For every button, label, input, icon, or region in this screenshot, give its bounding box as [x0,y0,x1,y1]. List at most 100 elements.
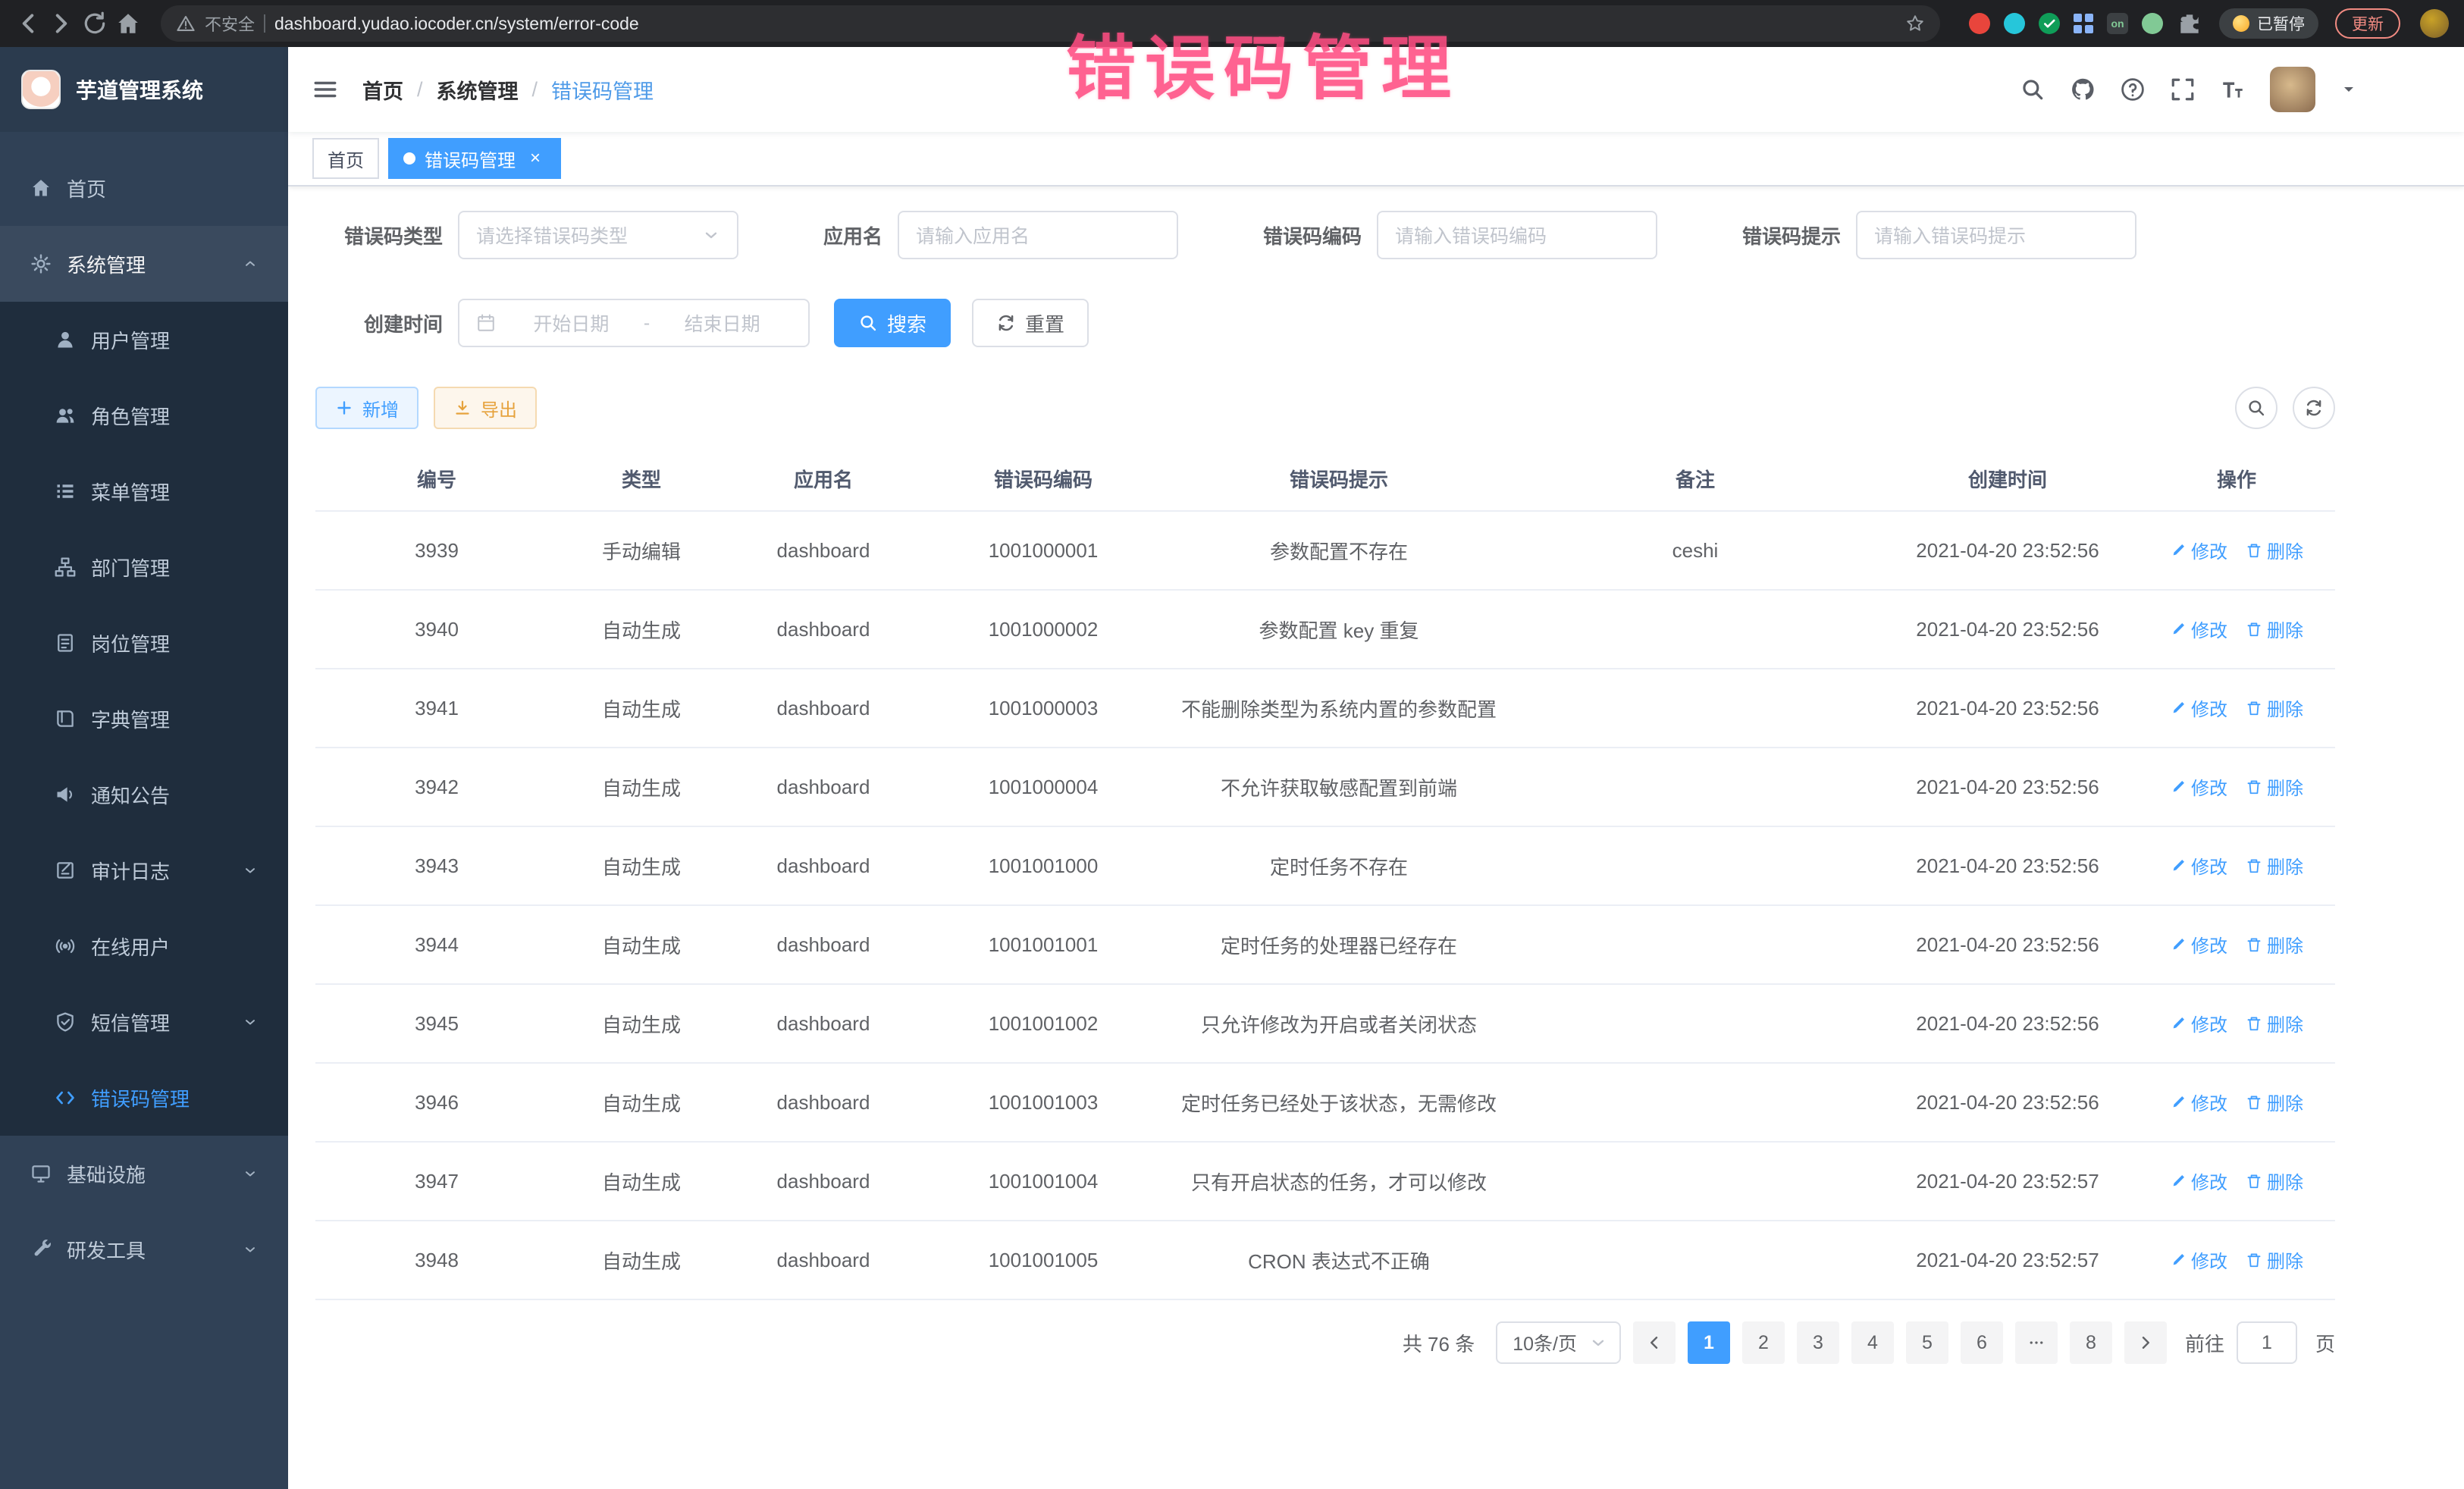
fullscreen-icon[interactable] [2170,77,2196,102]
cell-id: 3939 [315,511,558,590]
cell-actions: 修改删除 [2138,511,2335,590]
edit-link[interactable]: 修改 [2170,537,2227,563]
sidebar-item-error-code[interactable]: 错误码管理 [0,1060,288,1136]
date-range-picker[interactable]: 开始日期 - 结束日期 [458,299,810,347]
sidebar-item-notice[interactable]: 通知公告 [0,757,288,832]
reset-button[interactable]: 重置 [972,299,1089,347]
edit-link[interactable]: 修改 [2170,1246,2227,1273]
error-hint-input[interactable]: 请输入错误码提示 [1856,211,2136,259]
page-button-2[interactable]: 2 [1742,1321,1785,1364]
sidebar-item-sms[interactable]: 短信管理 [0,984,288,1060]
sidebar: 芋道管理系统 首页系统管理用户管理角色管理菜单管理部门管理岗位管理字典管理通知公… [0,47,288,1489]
goto-page-input[interactable]: 1 [2237,1321,2297,1364]
breadcrumb-home[interactable]: 首页 [362,75,403,105]
extension-vpn-icon[interactable]: on [2107,13,2128,34]
edit-link[interactable]: 修改 [2170,1168,2227,1194]
tab-error-code[interactable]: 错误码管理 × [388,138,561,179]
tab-home[interactable]: 首页 [312,138,379,179]
user-avatar[interactable] [2270,67,2315,112]
app-logo-row[interactable]: 芋道管理系统 [0,47,288,132]
extension-grid-icon[interactable] [2074,14,2093,33]
page-button-8[interactable]: 8 [2070,1321,2112,1364]
edit-link[interactable]: 修改 [2170,852,2227,879]
prev-page-button[interactable] [1633,1321,1676,1364]
page-size-select[interactable]: 10条/页 [1496,1321,1621,1364]
update-button[interactable]: 更新 [2335,8,2400,39]
search-icon[interactable] [2020,77,2045,102]
error-type-select[interactable]: 请选择错误码类型 [458,211,738,259]
screen: 不安全 dashboard.yudao.iocoder.cn/system/er… [0,0,2464,1489]
caret-down-icon[interactable] [2340,80,2358,99]
sidebar-item-dict[interactable]: 字典管理 [0,681,288,757]
browser-home-icon[interactable] [115,11,141,36]
edit-link[interactable]: 修改 [2170,1089,2227,1115]
sidebar-item-system[interactable]: 系统管理 [0,226,288,302]
delete-link[interactable]: 删除 [2246,931,2303,958]
sidebar-item-audit-log[interactable]: 审计日志 [0,832,288,908]
extension-teal-icon[interactable] [2004,13,2025,34]
more-pages-button[interactable] [2015,1321,2058,1364]
page-button-4[interactable]: 4 [1851,1321,1894,1364]
delete-link[interactable]: 删除 [2246,1246,2303,1273]
cell-actions: 修改删除 [2138,984,2335,1063]
sidebar-item-post[interactable]: 岗位管理 [0,605,288,681]
address-bar[interactable]: 不安全 dashboard.yudao.iocoder.cn/system/er… [161,5,1940,42]
sidebar-item-dev-tools[interactable]: 研发工具 [0,1212,288,1287]
edit-link[interactable]: 修改 [2170,1010,2227,1036]
add-button[interactable]: 新增 [315,387,419,429]
font-size-icon[interactable] [2220,77,2246,102]
export-button[interactable]: 导出 [434,387,537,429]
bookmark-star-icon[interactable] [1905,14,1925,33]
cell-actions: 修改删除 [2138,1221,2335,1299]
paused-badge[interactable]: 已暂停 [2219,8,2318,39]
sidebar-item-user[interactable]: 用户管理 [0,302,288,378]
toggle-search-button[interactable] [2235,387,2277,429]
app-name-input[interactable]: 请输入应用名 [898,211,1178,259]
delete-link[interactable]: 删除 [2246,616,2303,642]
delete-link[interactable]: 删除 [2246,1010,2303,1036]
badge-icon [55,632,76,654]
delete-link[interactable]: 删除 [2246,1168,2303,1194]
sidebar-item-label: 研发工具 [67,1236,146,1264]
delete-link[interactable]: 删除 [2246,852,2303,879]
edit-link[interactable]: 修改 [2170,694,2227,721]
edit-link[interactable]: 修改 [2170,773,2227,800]
forward-icon[interactable] [49,11,74,36]
page-button-1[interactable]: 1 [1688,1321,1730,1364]
next-page-button[interactable] [2124,1321,2167,1364]
delete-link[interactable]: 删除 [2246,537,2303,563]
edit-link[interactable]: 修改 [2170,931,2227,958]
reload-icon[interactable] [82,11,108,36]
extension-red-icon[interactable] [1969,13,1990,34]
page-button-3[interactable]: 3 [1797,1321,1839,1364]
top-navbar: 首页 / 系统管理 / 错误码管理 [288,47,2464,132]
delete-link[interactable]: 删除 [2246,1089,2303,1115]
sidebar-item-role[interactable]: 角色管理 [0,378,288,453]
back-icon[interactable] [15,11,41,36]
browser-profile-avatar[interactable] [2420,9,2449,38]
sidebar-item-home[interactable]: 首页 [0,150,288,226]
sidebar-item-infra[interactable]: 基础设施 [0,1136,288,1212]
tab-close-icon[interactable]: × [525,148,546,169]
edit-link[interactable]: 修改 [2170,616,2227,642]
page-button-5[interactable]: 5 [1906,1321,1948,1364]
cell-hint: 只允许修改为开启或者关闭状态 [1165,984,1513,1063]
sidebar-item-online-user[interactable]: 在线用户 [0,908,288,984]
delete-link[interactable]: 删除 [2246,694,2303,721]
refresh-table-button[interactable] [2293,387,2335,429]
code-icon [55,1087,76,1108]
sidebar-item-label: 首页 [67,174,106,202]
extension-check-icon[interactable] [2039,13,2060,34]
search-button[interactable]: 搜索 [834,299,951,347]
extension-green-icon[interactable] [2142,13,2163,34]
sidebar-item-dept[interactable]: 部门管理 [0,529,288,605]
help-icon[interactable] [2120,77,2146,102]
page-button-6[interactable]: 6 [1961,1321,2003,1364]
hamburger-icon[interactable] [312,77,338,102]
sidebar-item-menu[interactable]: 菜单管理 [0,453,288,529]
github-icon[interactable] [2070,77,2096,102]
breadcrumb-system[interactable]: 系统管理 [437,75,519,105]
extensions-puzzle-icon[interactable] [2177,11,2202,36]
delete-link[interactable]: 删除 [2246,773,2303,800]
error-code-input[interactable]: 请输入错误码编码 [1377,211,1657,259]
